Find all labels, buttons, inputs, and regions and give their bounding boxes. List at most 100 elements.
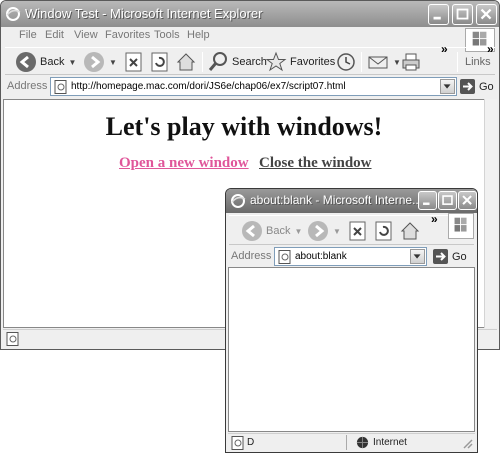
maximize-icon <box>442 195 453 205</box>
home-button[interactable] <box>175 50 197 74</box>
menu-favorites[interactable]: Favorites <box>105 29 150 41</box>
back-button[interactable]: Back ▼ <box>15 50 76 74</box>
toolbar-overflow-chevron-icon[interactable]: » <box>441 42 448 56</box>
page-heading: Let's play with windows! <box>105 112 383 141</box>
back-dropdown-icon[interactable]: ▼ <box>68 58 76 67</box>
page-icon <box>54 80 67 94</box>
address-dropdown-button[interactable] <box>440 79 455 94</box>
minimize-button[interactable] <box>428 4 449 25</box>
go-button[interactable]: Go <box>460 77 494 96</box>
toolbar-separator <box>202 52 203 72</box>
menu-view[interactable]: View <box>74 29 98 41</box>
links-overflow-chevron-icon[interactable]: » <box>487 42 494 56</box>
popup-status-text: D <box>247 437 255 448</box>
printer-icon <box>402 53 420 71</box>
popup-close-button[interactable] <box>458 191 477 210</box>
popup-maximize-button[interactable] <box>438 191 457 210</box>
popup-address-url: about:blank <box>295 251 347 262</box>
popup-go-label: Go <box>452 250 467 263</box>
refresh-button[interactable] <box>149 50 171 74</box>
popup-back-button[interactable]: Back ▼ <box>241 219 302 243</box>
home-icon <box>176 53 196 71</box>
popup-address-bar: Address about:blank Go <box>229 247 474 267</box>
ie-logo-icon <box>6 7 21 21</box>
minimize-icon <box>433 16 441 20</box>
search-button[interactable]: Search <box>207 50 267 74</box>
go-arrow-icon <box>433 249 448 264</box>
back-arrow-icon <box>16 52 36 72</box>
popup-refresh-button[interactable] <box>373 219 395 243</box>
popup-toolbar: Back ▼ ▼ » <box>229 212 474 245</box>
open-window-link[interactable]: Open a new window <box>119 155 249 172</box>
go-arrow-icon <box>460 79 475 94</box>
maximize-button[interactable] <box>452 4 473 25</box>
popup-browser-window: about:blank - Microsoft Interne... Back … <box>225 188 478 453</box>
back-arrow-icon <box>242 221 262 241</box>
main-title-bar[interactable]: Window Test - Microsoft Internet Explore… <box>1 1 499 27</box>
menu-edit[interactable]: Edit <box>45 29 64 41</box>
address-label: Address <box>7 80 48 92</box>
search-icon <box>208 52 227 71</box>
popup-forward-button[interactable]: ▼ <box>307 219 341 243</box>
page-icon <box>278 250 291 264</box>
toolbar-overflow-chevron-icon[interactable]: » <box>431 212 438 226</box>
mail-icon <box>368 56 388 69</box>
stop-icon <box>349 221 366 241</box>
search-label: Search <box>232 56 267 68</box>
resize-grip-icon[interactable] <box>461 437 473 449</box>
favorites-button[interactable]: Favorites <box>265 50 335 74</box>
refresh-icon <box>375 221 392 241</box>
popup-address-dropdown-button[interactable] <box>410 249 425 264</box>
close-window-link[interactable]: Close the window <box>259 155 372 172</box>
history-icon <box>337 53 355 71</box>
address-input[interactable]: http://homepage.mac.com/dori/JS6e/chap06… <box>50 77 457 96</box>
menu-bar: File Edit View Favorites Tools Help <box>5 29 459 45</box>
stop-button[interactable] <box>123 50 145 74</box>
go-label: Go <box>479 80 494 93</box>
standard-toolbar: Back ▼ ▼ Search Favorites ▼ Links » » <box>5 42 495 75</box>
close-icon <box>462 195 472 205</box>
mail-button[interactable]: ▼ <box>367 50 401 74</box>
popup-home-button[interactable] <box>399 219 421 243</box>
popup-minimize-button[interactable] <box>418 191 437 210</box>
forward-dropdown-icon[interactable]: ▼ <box>333 227 341 236</box>
toolbar-separator <box>457 52 458 72</box>
star-icon <box>265 51 287 72</box>
back-label: Back <box>40 56 65 68</box>
popup-address-label: Address <box>231 250 272 262</box>
minimize-icon <box>423 202 430 205</box>
internet-globe-icon <box>356 436 369 449</box>
popup-address-input[interactable]: about:blank <box>274 247 427 266</box>
ie-logo-icon <box>231 194 246 208</box>
forward-dropdown-icon[interactable]: ▼ <box>109 58 117 67</box>
menu-file[interactable]: File <box>19 29 37 41</box>
stop-icon <box>125 52 142 72</box>
close-window-button[interactable] <box>476 4 497 25</box>
popup-title-bar[interactable]: about:blank - Microsoft Interne... <box>226 189 477 213</box>
page-status-icon <box>231 436 244 450</box>
windows-flag-icon <box>448 213 474 239</box>
address-bar: Address http://homepage.mac.com/dori/JS6… <box>5 77 495 97</box>
menu-help[interactable]: Help <box>187 29 210 41</box>
main-window-title: Window Test - Microsoft Internet Explore… <box>25 6 263 21</box>
internet-zone-text: Internet <box>373 437 407 448</box>
popup-status-bar: D Internet <box>228 433 475 451</box>
close-icon <box>480 8 492 20</box>
history-button[interactable] <box>335 50 357 74</box>
forward-arrow-icon <box>308 221 328 241</box>
home-icon <box>400 222 420 240</box>
popup-stop-button[interactable] <box>347 219 369 243</box>
status-divider <box>346 435 347 450</box>
popup-go-button[interactable]: Go <box>433 247 467 266</box>
vertical-scrollbar[interactable] <box>484 99 497 328</box>
forward-button[interactable]: ▼ <box>83 50 117 74</box>
chevron-down-icon <box>443 84 451 89</box>
favorites-label: Favorites <box>290 56 336 68</box>
chevron-down-icon <box>413 254 421 259</box>
forward-arrow-icon <box>84 52 104 72</box>
menu-tools[interactable]: Tools <box>154 29 180 41</box>
toolbar-separator <box>361 52 362 72</box>
back-dropdown-icon[interactable]: ▼ <box>294 227 302 236</box>
print-button[interactable] <box>400 50 422 74</box>
maximize-icon <box>456 8 469 20</box>
